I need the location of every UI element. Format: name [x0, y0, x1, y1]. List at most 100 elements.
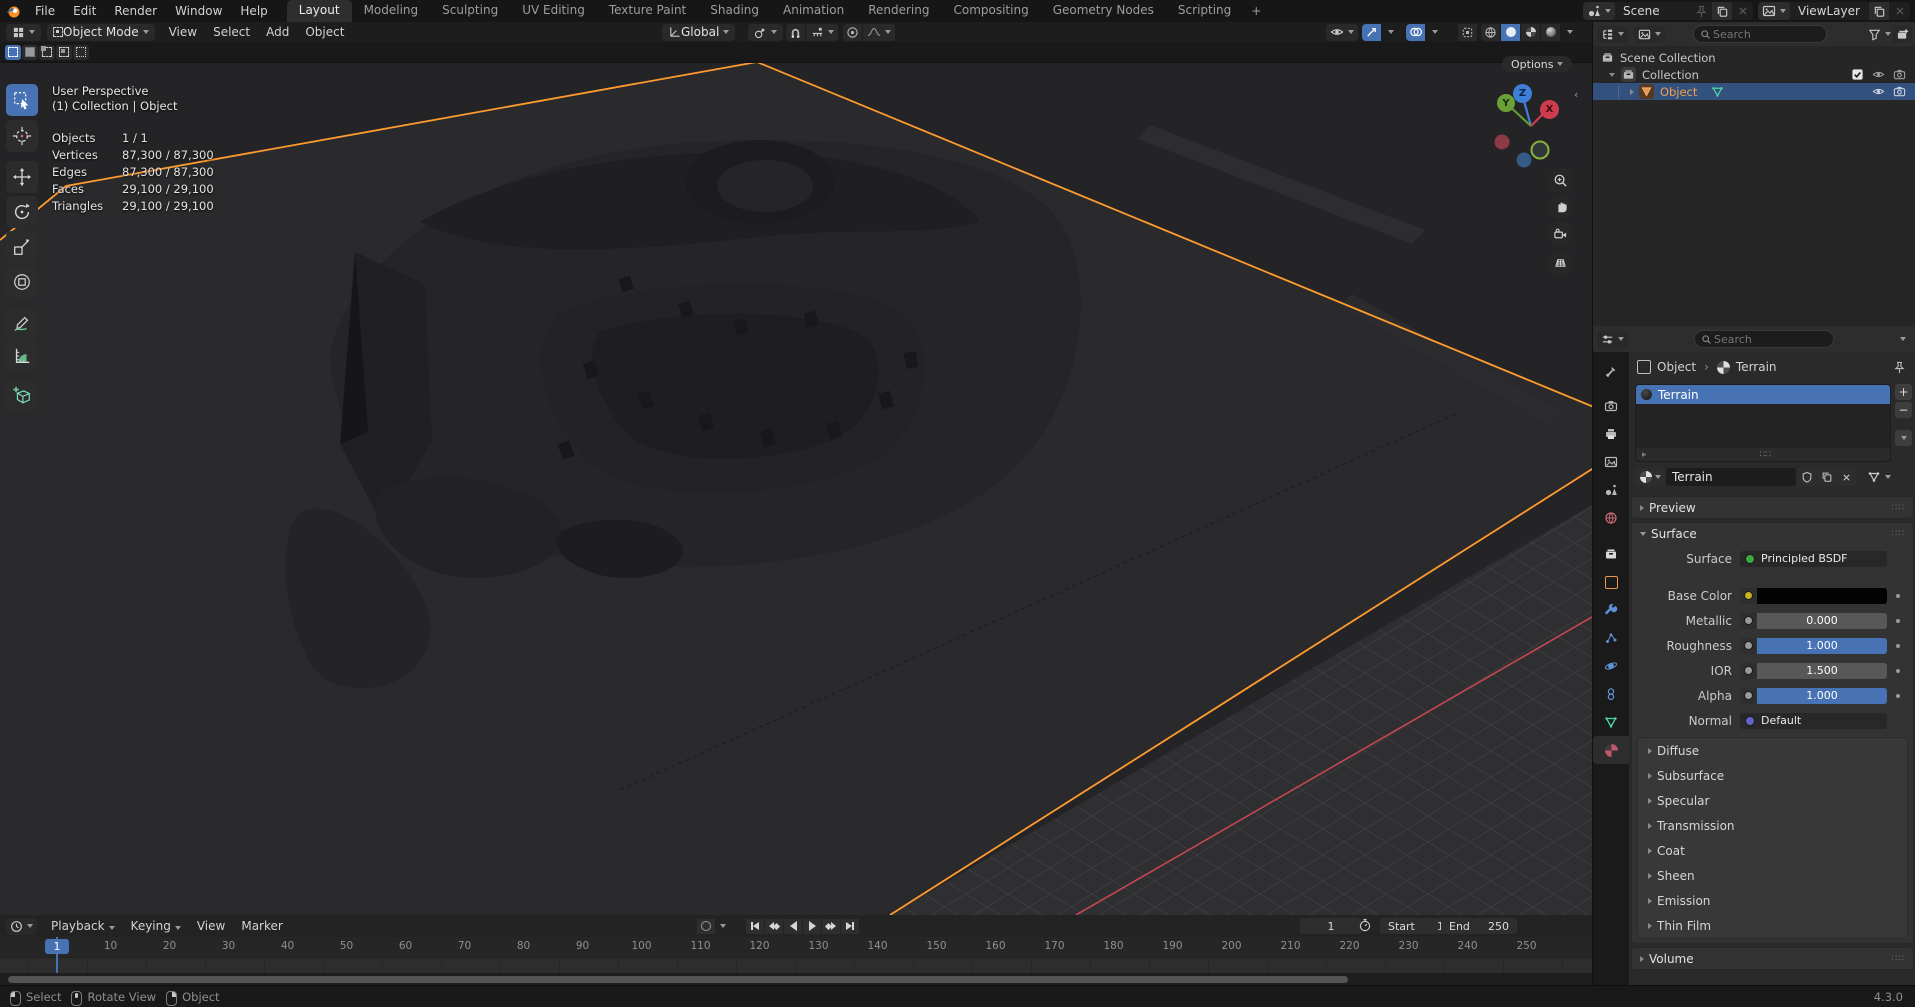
collapsed-section-row[interactable]: Subsurface	[1638, 763, 1907, 788]
show-gizmo-toggle[interactable]	[1362, 24, 1381, 41]
tool-add-cube[interactable]	[6, 379, 38, 411]
properties-search[interactable]	[1694, 330, 1834, 348]
snap-to-dropdown[interactable]	[806, 24, 838, 41]
shading-wireframe-button[interactable]	[1481, 24, 1500, 41]
tab-output[interactable]	[1593, 420, 1629, 448]
outliner-display-mode-dropdown[interactable]	[1634, 26, 1665, 43]
expand-caret-icon[interactable]	[1609, 73, 1615, 77]
pin-icon[interactable]	[1893, 361, 1906, 374]
zoom-view-button[interactable]	[1548, 168, 1573, 193]
roughness-slider[interactable]: 1.000	[1757, 638, 1887, 654]
timeline-menu-marker[interactable]: Marker	[233, 919, 290, 933]
volume-panel[interactable]: Volume∷∷	[1631, 947, 1914, 970]
exclude-checkbox-icon[interactable]	[1851, 68, 1864, 81]
scene-selector[interactable]: Scene	[1583, 2, 1753, 20]
scrollbar-thumb[interactable]	[8, 976, 1348, 983]
auto-key-toggle[interactable]	[697, 919, 715, 934]
scene-name[interactable]: Scene	[1615, 4, 1668, 18]
topbar-menu-item[interactable]: Window	[166, 4, 231, 18]
frame-end-field[interactable]: End250	[1441, 918, 1517, 934]
timeline-channel-strip[interactable]	[0, 958, 1592, 973]
camera-view-button[interactable]	[1548, 222, 1573, 247]
animate-dot[interactable]	[1896, 694, 1900, 698]
surface-panel[interactable]: Surface∷∷ Surface Principled BSDF Base C…	[1631, 522, 1914, 944]
use-preview-range-icon[interactable]	[1358, 918, 1372, 932]
timeline-menu-view[interactable]: View	[189, 919, 233, 933]
new-material-button[interactable]	[1817, 468, 1836, 486]
scene-unlink-icon[interactable]	[1733, 2, 1753, 20]
animate-dot[interactable]	[1896, 669, 1900, 673]
ior-slider[interactable]: 1.500	[1757, 663, 1887, 679]
outliner-filter-dropdown[interactable]	[1868, 28, 1891, 41]
workspace-tab[interactable]: Animation	[771, 0, 856, 22]
outliner-search-input[interactable]	[1711, 27, 1805, 42]
tool-cursor[interactable]	[6, 120, 38, 152]
workspace-tab[interactable]: Scripting	[1166, 0, 1243, 22]
viewlayer-new-icon[interactable]	[1869, 2, 1889, 20]
hide-eye-icon[interactable]	[1872, 85, 1885, 98]
browse-material-button[interactable]	[1635, 468, 1665, 486]
select-mode-intersect-button[interactable]	[73, 45, 89, 60]
properties-search-input[interactable]	[1712, 332, 1806, 347]
overlays-dropdown[interactable]	[1426, 24, 1440, 41]
sidebar-collapse-arrow[interactable]: ‹	[1574, 88, 1578, 101]
unlink-material-button[interactable]	[1837, 468, 1856, 486]
tab-constraints[interactable]	[1593, 680, 1629, 708]
select-mode-new-button[interactable]	[5, 45, 21, 60]
add-slot-button[interactable]: +	[1895, 384, 1912, 400]
tab-render[interactable]	[1593, 392, 1629, 420]
show-overlays-toggle[interactable]	[1406, 24, 1425, 41]
mode-dropdown[interactable]: Object Mode	[47, 24, 155, 41]
current-frame-badge[interactable]: 1	[45, 939, 69, 954]
play-reverse-button[interactable]	[784, 919, 802, 934]
disable-render-icon[interactable]	[1893, 85, 1906, 98]
topbar-menu-item[interactable]: Edit	[64, 4, 105, 18]
tab-view-layer[interactable]	[1593, 448, 1629, 476]
jump-to-end-button[interactable]	[841, 919, 859, 934]
transform-orientation-dropdown[interactable]: Global	[662, 24, 735, 41]
alpha-socket[interactable]	[1740, 688, 1756, 704]
material-slot-selected[interactable]: Terrain	[1636, 385, 1890, 404]
base-color-swatch[interactable]	[1757, 588, 1887, 604]
snap-toggle-button[interactable]	[786, 24, 805, 41]
tab-scene[interactable]	[1593, 476, 1629, 504]
viewport-menu-item[interactable]: Add	[258, 25, 297, 39]
fake-user-button[interactable]	[1797, 468, 1816, 486]
topbar-menu-item[interactable]: Render	[105, 4, 166, 18]
auto-key-dropdown[interactable]	[716, 919, 729, 934]
shading-dropdown[interactable]	[1561, 24, 1575, 41]
timeline-ruler[interactable]: 1020304050607080901001101201301401501601…	[0, 937, 1592, 958]
tab-particles[interactable]	[1593, 624, 1629, 652]
viewlayer-browse-icon[interactable]	[1758, 2, 1790, 20]
animate-dot[interactable]	[1896, 594, 1900, 598]
tab-modifiers[interactable]	[1593, 596, 1629, 624]
viewport-menu-item[interactable]: View	[161, 25, 205, 39]
ior-socket[interactable]	[1740, 663, 1756, 679]
tool-move[interactable]	[6, 161, 38, 193]
slot-filter-arrow[interactable]: ▸	[1642, 450, 1647, 460]
tab-material[interactable]	[1593, 736, 1629, 764]
proportional-edit-toggle[interactable]	[843, 24, 862, 41]
timeline-editor-type-button[interactable]	[6, 918, 37, 935]
gizmo-dropdown[interactable]	[1382, 24, 1396, 41]
properties-options-dropdown[interactable]	[1900, 337, 1906, 341]
axis-z-ball[interactable]: Z	[1513, 84, 1532, 103]
workspace-tab[interactable]: Texture Paint	[597, 0, 698, 22]
proportional-falloff-dropdown[interactable]	[863, 24, 895, 41]
timeline-menu-playback[interactable]: Playback	[43, 919, 123, 933]
breadcrumb-material[interactable]: Terrain	[1736, 360, 1777, 374]
viewlayer-remove-icon[interactable]	[1890, 2, 1910, 20]
next-keyframe-button[interactable]	[822, 919, 840, 934]
scene-browse-icon[interactable]	[1583, 2, 1615, 20]
tool-transform[interactable]	[6, 266, 38, 298]
current-frame-field[interactable]: 1	[1300, 918, 1362, 934]
xray-toggle[interactable]	[1458, 24, 1477, 41]
disable-render-icon[interactable]	[1893, 68, 1906, 81]
blender-logo-icon[interactable]	[0, 3, 26, 19]
shading-material-button[interactable]	[1521, 24, 1540, 41]
outliner-editor-type-button[interactable]	[1597, 26, 1628, 43]
workspace-tab[interactable]: Rendering	[856, 0, 941, 22]
slot-specials-dropdown[interactable]	[1895, 430, 1912, 446]
surface-shader-field[interactable]: Principled BSDF	[1740, 551, 1887, 567]
scene-new-icon[interactable]	[1712, 2, 1732, 20]
